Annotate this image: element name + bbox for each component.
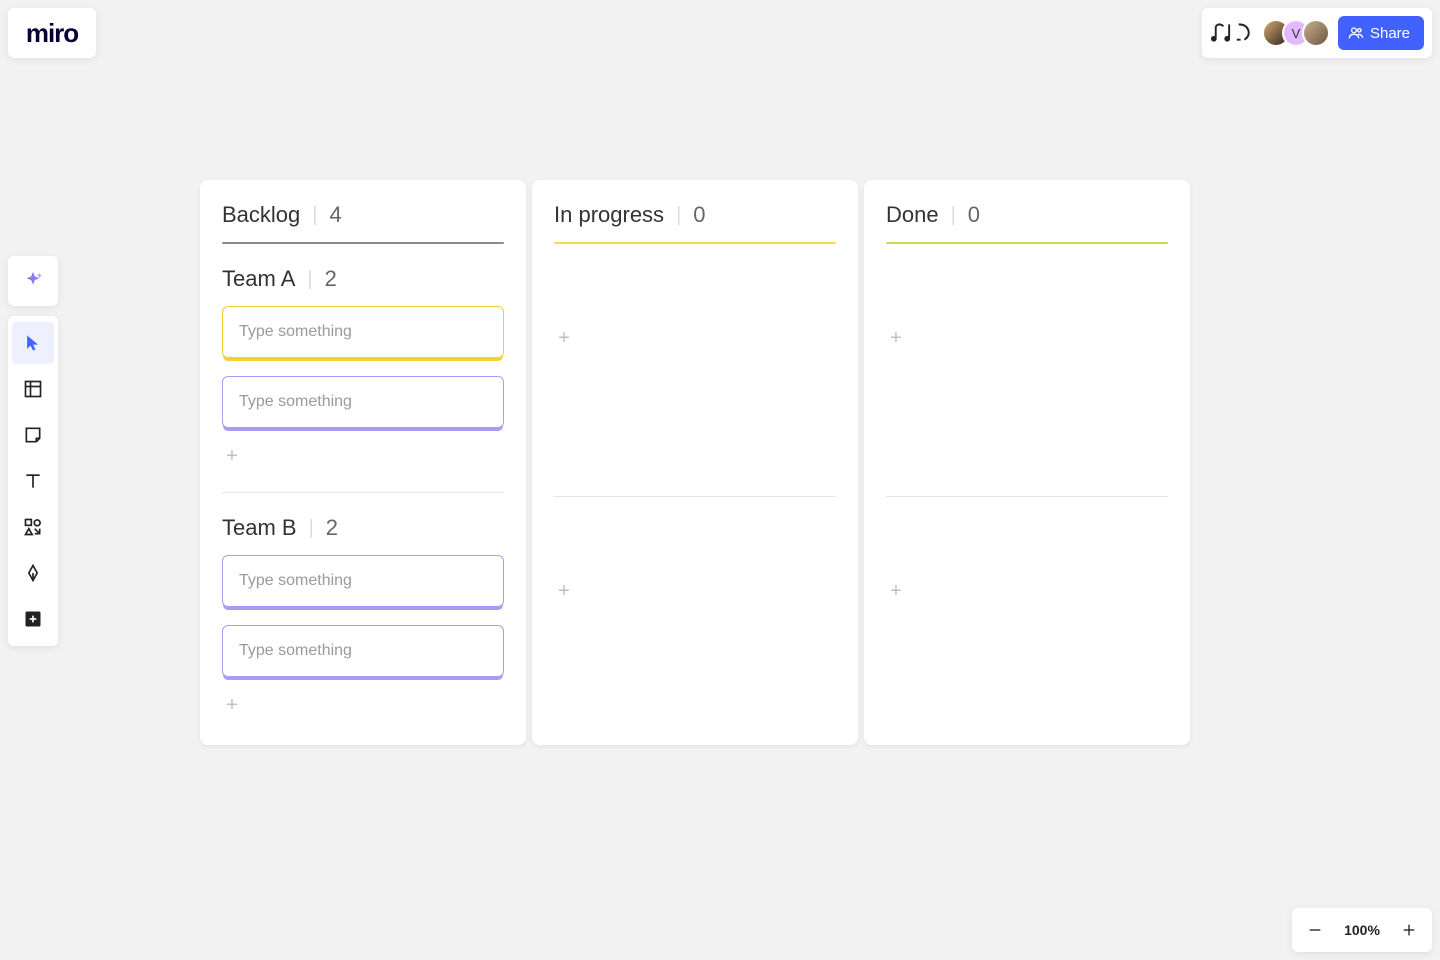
frame-icon [23,379,43,399]
tool-strip [8,316,58,646]
select-tool[interactable] [12,322,54,364]
column-in-progress[interactable]: In progress | 0 + + [532,180,858,745]
swimlane-divider [554,496,836,497]
text-icon [23,471,43,491]
pen-tool[interactable] [12,552,54,594]
swimlane-divider [886,496,1168,497]
column-count: 0 [968,202,980,228]
presence-avatars[interactable]: V [1262,19,1330,47]
logo-text: miro [26,18,78,49]
kanban-card[interactable]: Type something [222,306,504,358]
card-placeholder: Type something [239,572,352,590]
share-label: Share [1370,25,1410,42]
column-header: Backlog | 4 [222,202,504,242]
kanban-card[interactable]: Type something [222,376,504,428]
top-toolbar: V Share [1202,8,1432,58]
column-count: 4 [329,202,341,228]
card-placeholder: Type something [239,393,352,411]
sticky-note-icon [23,425,43,445]
swimlane-divider [222,492,504,493]
avatar[interactable] [1302,19,1330,47]
swimlane-name: Team B [222,515,297,541]
minus-icon [1307,922,1323,938]
ai-sparkle-button[interactable] [8,256,58,306]
column-title: In progress [554,202,664,228]
add-card-button[interactable]: + [886,328,906,348]
share-button[interactable]: Share [1338,16,1424,50]
column-title: Done [886,202,939,228]
zoom-in-button[interactable] [1396,917,1422,943]
text-tool[interactable] [12,460,54,502]
pen-icon [23,563,43,583]
add-tool[interactable] [12,598,54,640]
column-header: In progress | 0 [554,202,836,242]
column-title: Backlog [222,202,300,228]
add-card-button[interactable]: + [554,328,574,348]
add-card-button[interactable]: + [222,446,242,466]
people-icon [1348,25,1364,41]
card-placeholder: Type something [239,323,352,341]
column-done[interactable]: Done | 0 + + [864,180,1190,745]
logo-badge[interactable]: miro [8,8,96,58]
shapes-tool[interactable] [12,506,54,548]
cursor-icon [23,333,43,353]
card-placeholder: Type something [239,642,352,660]
frame-tool[interactable] [12,368,54,410]
swimlane-name: Team A [222,266,295,292]
plus-icon [1401,922,1417,938]
zoom-out-button[interactable] [1302,917,1328,943]
swimlane-count: 2 [326,515,338,541]
swimlane-count: 2 [325,266,337,292]
column-rule [554,242,836,244]
kanban-card[interactable]: Type something [222,555,504,607]
swimlane-header: Team A | 2 [222,266,504,292]
zoom-toolbar: 100% [1292,908,1432,952]
swimlane-header: Team B | 2 [222,515,504,541]
plus-square-icon [23,609,43,629]
kanban-card[interactable]: Type something [222,625,504,677]
column-rule [886,242,1168,244]
column-count: 0 [693,202,705,228]
music-notes-icon[interactable] [1210,16,1254,50]
add-card-button[interactable]: + [886,581,906,601]
column-backlog[interactable]: Backlog | 4 Team A | 2 Type something Ty… [200,180,526,745]
add-card-button[interactable]: + [222,695,242,715]
column-rule [222,242,504,244]
column-header: Done | 0 [886,202,1168,242]
zoom-percent[interactable]: 100% [1342,922,1382,938]
kanban-board[interactable]: Backlog | 4 Team A | 2 Type something Ty… [200,180,1190,745]
add-card-button[interactable]: + [554,581,574,601]
sparkle-icon [22,270,44,292]
shapes-icon [23,517,43,537]
sticky-note-tool[interactable] [12,414,54,456]
left-toolbar [8,256,58,646]
